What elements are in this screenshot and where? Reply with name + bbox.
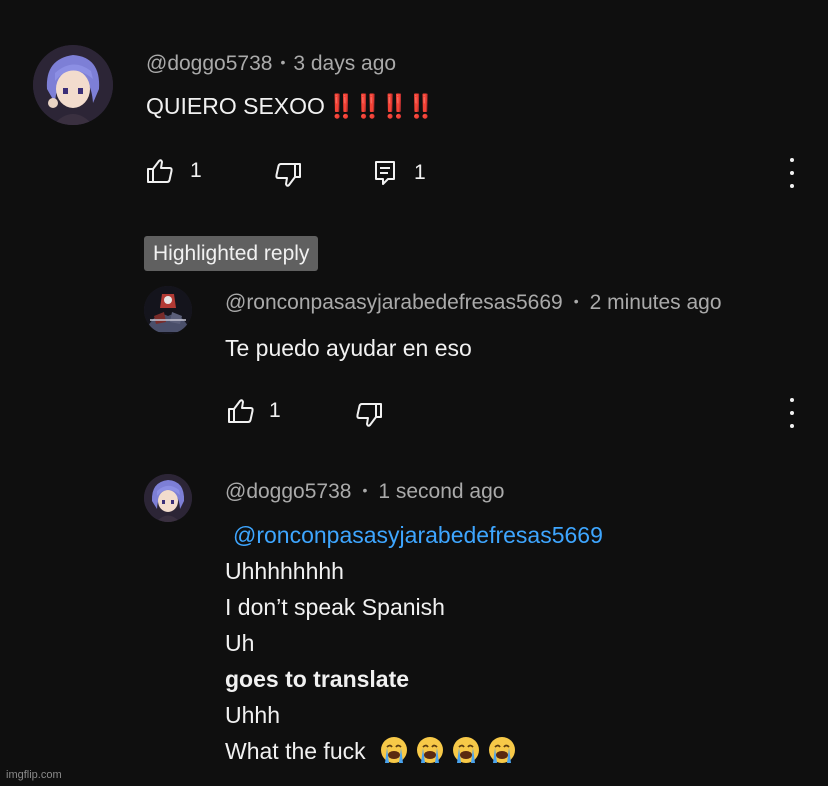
- comment-text: QUIERO SEXOO‼️‼️‼️‼️: [146, 88, 436, 124]
- loudly-crying-face-icon: [453, 737, 480, 763]
- thumbs-down-icon: [275, 163, 301, 187]
- comment-meta: @doggo5738 • 3 days ago: [146, 52, 396, 76]
- dislike-button[interactable]: [355, 402, 383, 428]
- comment-meta: @ronconpasasyjarabedefresas5669 • 2 minute…: [225, 291, 722, 315]
- like-count: 1: [190, 159, 202, 182]
- like-button[interactable]: 1: [146, 158, 202, 184]
- text-line: Uh: [225, 630, 255, 656]
- like-button[interactable]: 1: [227, 398, 281, 424]
- text-line: Uhhh: [225, 702, 280, 728]
- thumbs-up-icon: [228, 399, 254, 423]
- timestamp[interactable]: 3 days ago: [293, 52, 396, 75]
- comment-meta: @doggo5738 • 1 second ago: [225, 480, 504, 504]
- more-options-icon[interactable]: [782, 398, 802, 428]
- reply-count: 1: [414, 161, 426, 184]
- thumbs-down-icon: [356, 403, 382, 427]
- avatar[interactable]: [33, 45, 113, 125]
- separator-dot: •: [573, 293, 579, 309]
- author-name[interactable]: @doggo5738: [146, 52, 272, 75]
- dislike-button[interactable]: [274, 162, 302, 188]
- comment-body: QUIERO SEXOO: [146, 93, 325, 119]
- timestamp[interactable]: 2 minutes ago: [590, 291, 722, 314]
- text-line: Uhhhhhhhh: [225, 558, 344, 584]
- text-line: I don’t speak Spanish: [225, 594, 445, 620]
- comment-body: Te puedo ayudar en eso: [225, 335, 472, 361]
- author-name[interactable]: @ronconpasasyjarabedefresas5669: [225, 291, 563, 314]
- comment-icon: [375, 161, 395, 185]
- loudly-crying-face-icon: [489, 737, 516, 763]
- watermark: imgflip.com: [6, 769, 62, 781]
- reply-button[interactable]: 1: [374, 160, 426, 186]
- thumbs-up-icon: [147, 159, 173, 183]
- comment-body: @ronconpasasyjarabedefresas5669 Uhhhhhhh…: [225, 517, 603, 769]
- more-options-icon[interactable]: [782, 158, 802, 188]
- separator-dot: •: [280, 54, 286, 70]
- loudly-crying-face-icon: [417, 737, 444, 763]
- mention-link[interactable]: @ronconpasasyjarabedefresas5669: [225, 517, 603, 553]
- text-line: goes to translate: [225, 666, 410, 692]
- double-exclamation-emoji: ‼️‼️‼️‼️: [326, 93, 436, 119]
- text-line-emojis: What the fuck: [225, 733, 603, 769]
- like-count: 1: [269, 399, 281, 422]
- highlighted-reply-badge: Highlighted reply: [144, 236, 319, 271]
- separator-dot: •: [362, 482, 368, 498]
- timestamp[interactable]: 1 second ago: [378, 480, 504, 503]
- avatar[interactable]: [144, 474, 192, 522]
- author-name[interactable]: @doggo5738: [225, 480, 351, 503]
- loudly-crying-face-icon: [381, 737, 408, 763]
- text-line: What the fuck: [225, 738, 366, 764]
- avatar[interactable]: [144, 286, 192, 334]
